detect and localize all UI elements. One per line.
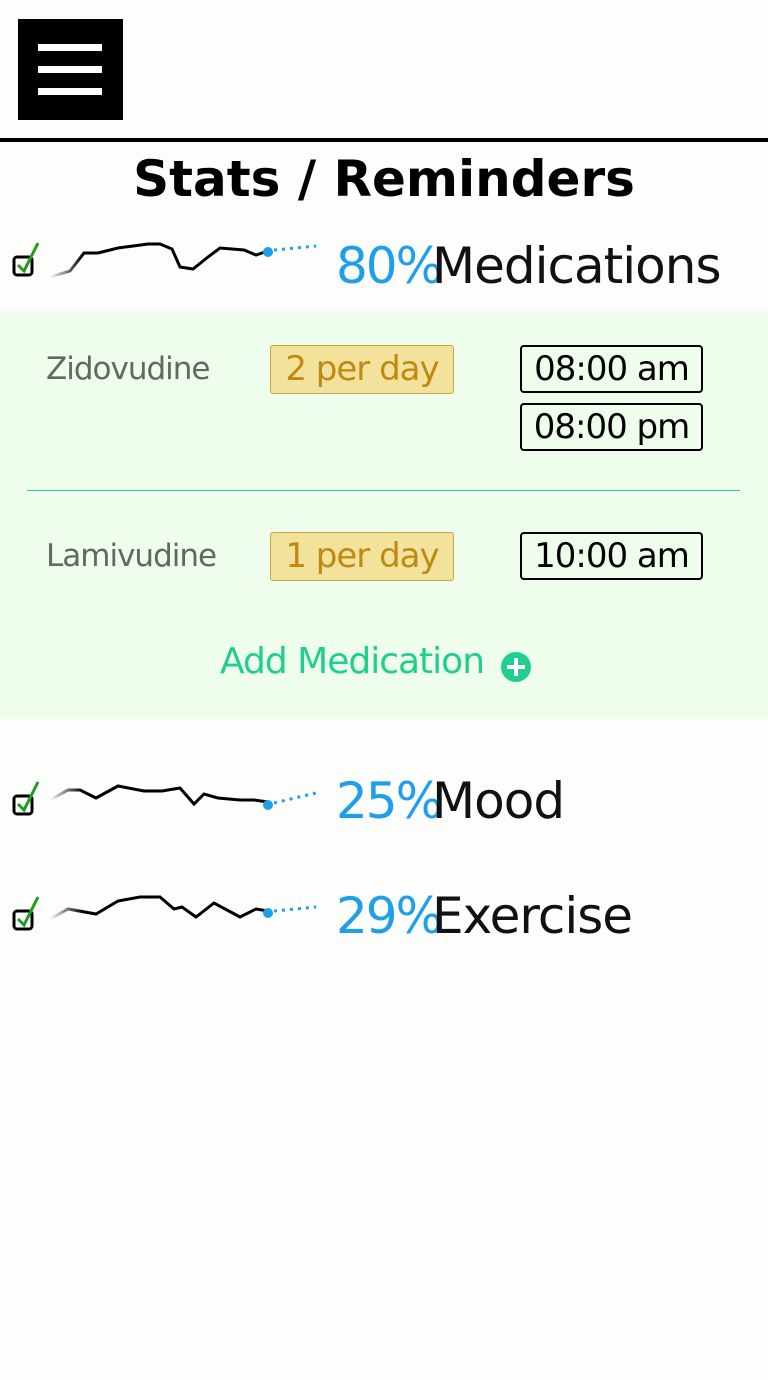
checkbox-checked-icon[interactable] — [12, 893, 44, 943]
stat-percent: 80% — [336, 237, 443, 295]
plus-circle-icon[interactable] — [501, 652, 531, 682]
checkbox-checked-icon[interactable] — [12, 778, 44, 828]
reminder-time-button[interactable]: 10:00 am — [520, 532, 703, 580]
stat-percent: 25% — [336, 772, 443, 830]
page-title: Stats / Reminders — [133, 150, 635, 208]
reminder-time-button[interactable]: 08:00 pm — [520, 403, 703, 451]
medication-name: Zidovudine — [46, 351, 210, 387]
stat-row-mood[interactable]: 25% Mood — [0, 770, 768, 840]
medication-divider — [27, 490, 740, 491]
stat-label: Medications — [432, 237, 721, 295]
top-bar — [0, 0, 768, 138]
menu-bar-middle — [38, 66, 102, 73]
menu-bar-top — [38, 44, 102, 51]
frequency-button[interactable]: 1 per day — [270, 532, 454, 581]
sparkline-mood — [49, 784, 317, 810]
menu-bar-bottom — [38, 88, 102, 95]
sparkline-exercise — [49, 895, 317, 921]
medication-name: Lamivudine — [46, 538, 217, 574]
frequency-button[interactable]: 2 per day — [270, 345, 454, 394]
add-medication-label: Add Medication — [220, 641, 485, 682]
stat-label: Exercise — [432, 887, 633, 945]
stat-row-medications[interactable]: 80% Medications — [0, 235, 768, 305]
checkbox-checked-icon[interactable] — [12, 239, 44, 283]
sparkline-medications — [49, 242, 317, 279]
stat-percent: 29% — [336, 887, 443, 945]
medications-panel: Zidovudine 2 per day 08:00 am 08:00 pm L… — [0, 311, 768, 719]
reminder-time-button[interactable]: 08:00 am — [520, 345, 703, 393]
stat-label: Mood — [432, 772, 565, 830]
hamburger-menu-icon[interactable] — [18, 19, 123, 120]
stat-row-exercise[interactable]: 29% Exercise — [0, 885, 768, 955]
header-divider — [0, 138, 768, 142]
